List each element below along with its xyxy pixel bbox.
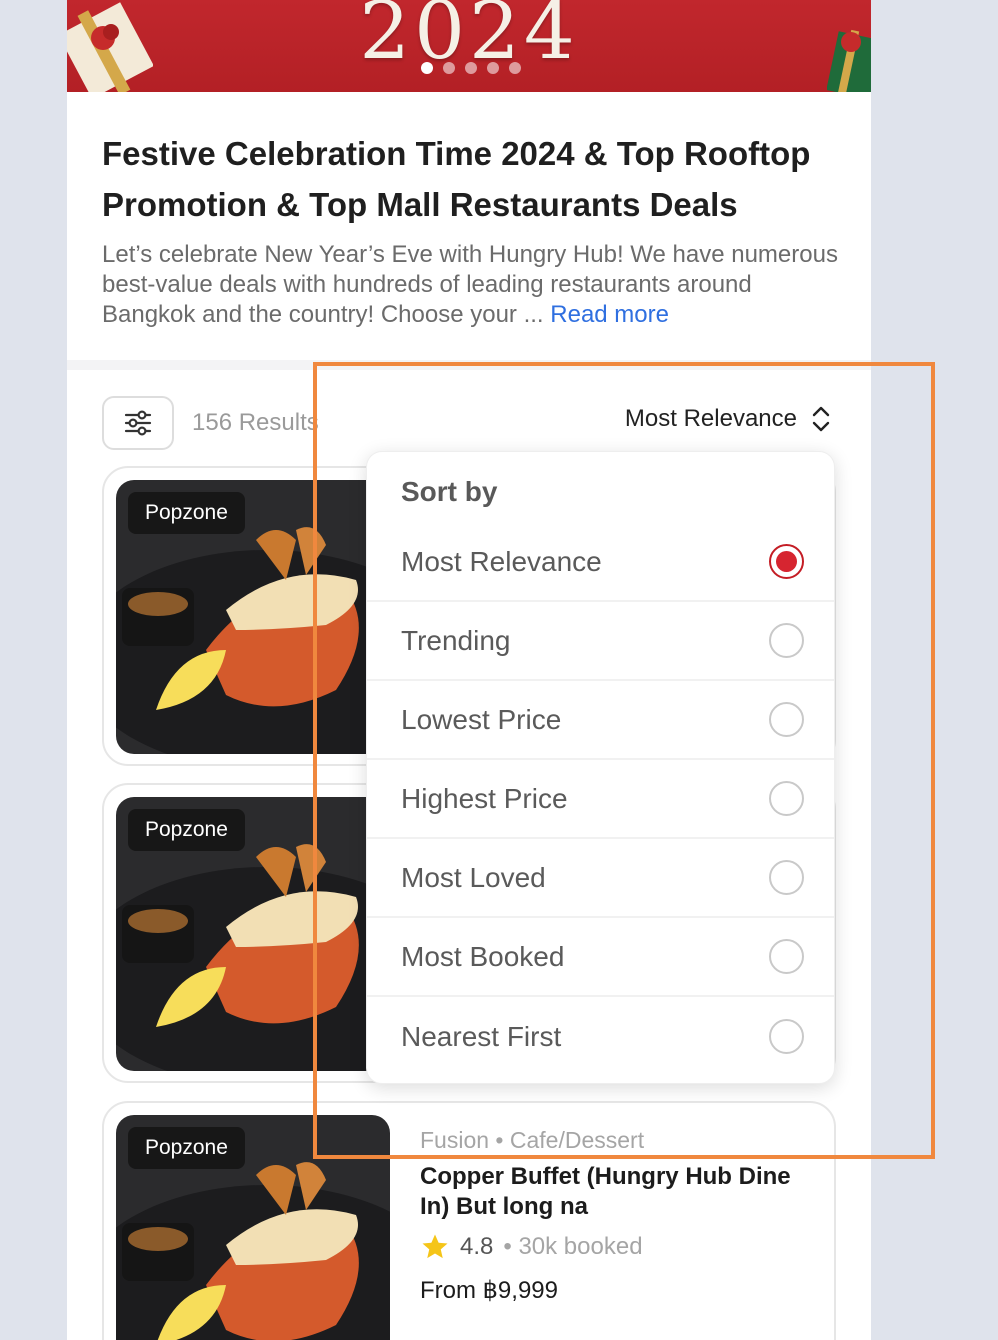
- sort-option-label: Most Booked: [401, 940, 565, 972]
- sort-option-label: Highest Price: [401, 782, 568, 814]
- sort-option-trending[interactable]: Trending: [367, 602, 834, 681]
- sort-option-lowest-price[interactable]: Lowest Price: [367, 681, 834, 760]
- carousel-dot[interactable]: [509, 62, 521, 74]
- carousel-dots: [421, 62, 521, 74]
- carousel-dot[interactable]: [443, 62, 455, 74]
- page-title: Festive Celebration Time 2024 & Top Roof…: [102, 135, 811, 223]
- sort-option-label: Nearest First: [401, 1020, 562, 1052]
- results-count: 156 Results: [192, 409, 319, 436]
- page-description: Let’s celebrate New Year’s Eve with Hung…: [102, 240, 842, 330]
- description-text: Let’s celebrate New Year’s Eve with Hung…: [102, 241, 838, 328]
- carousel-dot-active[interactable]: [421, 62, 433, 74]
- sliders-icon: [124, 410, 152, 436]
- promo-badge: Popzone: [128, 809, 245, 851]
- sort-option-highest-price[interactable]: Highest Price: [367, 760, 834, 839]
- sort-option-nearest-first[interactable]: Nearest First: [367, 997, 834, 1076]
- sort-option-label: Trending: [401, 624, 511, 656]
- rating-value: 4.8: [460, 1233, 494, 1260]
- read-more-link[interactable]: Read more: [550, 301, 669, 328]
- radio-selected-icon[interactable]: [769, 544, 804, 579]
- radio-icon[interactable]: [769, 781, 804, 816]
- price-label: From ฿9,999: [420, 1277, 558, 1304]
- carousel-dot[interactable]: [487, 62, 499, 74]
- sort-menu-title: Sort by: [401, 476, 498, 507]
- star-icon: [422, 1234, 448, 1259]
- rating-row: 4.8 • 30k booked: [420, 1232, 820, 1262]
- radio-icon[interactable]: [769, 1019, 804, 1054]
- filter-button[interactable]: [102, 396, 174, 450]
- radio-icon[interactable]: [769, 860, 804, 895]
- sort-option-most-relevance[interactable]: Most Relevance: [367, 523, 834, 602]
- restaurant-name[interactable]: Copper Buffet (Hungry Hub Dine In) But l…: [420, 1162, 820, 1222]
- chevron-up-down-icon: [812, 406, 830, 432]
- section-divider: [67, 360, 871, 370]
- restaurant-card[interactable]: Popzone Fusion • Cafe/Dessert Copper Buf…: [102, 1101, 836, 1340]
- sort-option-most-loved[interactable]: Most Loved: [367, 839, 834, 918]
- sort-menu: Sort by Most Relevance Trending Lowest P…: [366, 451, 835, 1084]
- cuisine-tags: Fusion • Cafe/Dessert: [420, 1127, 645, 1153]
- sort-option-label: Most Loved: [401, 861, 546, 893]
- sort-option-label: Most Relevance: [401, 545, 602, 577]
- restaurant-info: Fusion • Cafe/Dessert Copper Buffet (Hun…: [420, 1127, 820, 1305]
- radio-icon[interactable]: [769, 702, 804, 737]
- radio-icon[interactable]: [769, 623, 804, 658]
- promo-badge: Popzone: [128, 1127, 245, 1169]
- carousel-dot[interactable]: [465, 62, 477, 74]
- promo-badge: Popzone: [128, 492, 245, 534]
- sort-dropdown-trigger[interactable]: Most Relevance: [625, 405, 831, 433]
- promo-banner[interactable]: 2024: [67, 0, 871, 92]
- booked-count: • 30k booked: [503, 1233, 643, 1260]
- radio-icon[interactable]: [769, 939, 804, 974]
- sort-option-most-booked[interactable]: Most Booked: [367, 918, 834, 997]
- sort-option-label: Lowest Price: [401, 703, 562, 735]
- sort-selected-label: Most Relevance: [624, 405, 797, 432]
